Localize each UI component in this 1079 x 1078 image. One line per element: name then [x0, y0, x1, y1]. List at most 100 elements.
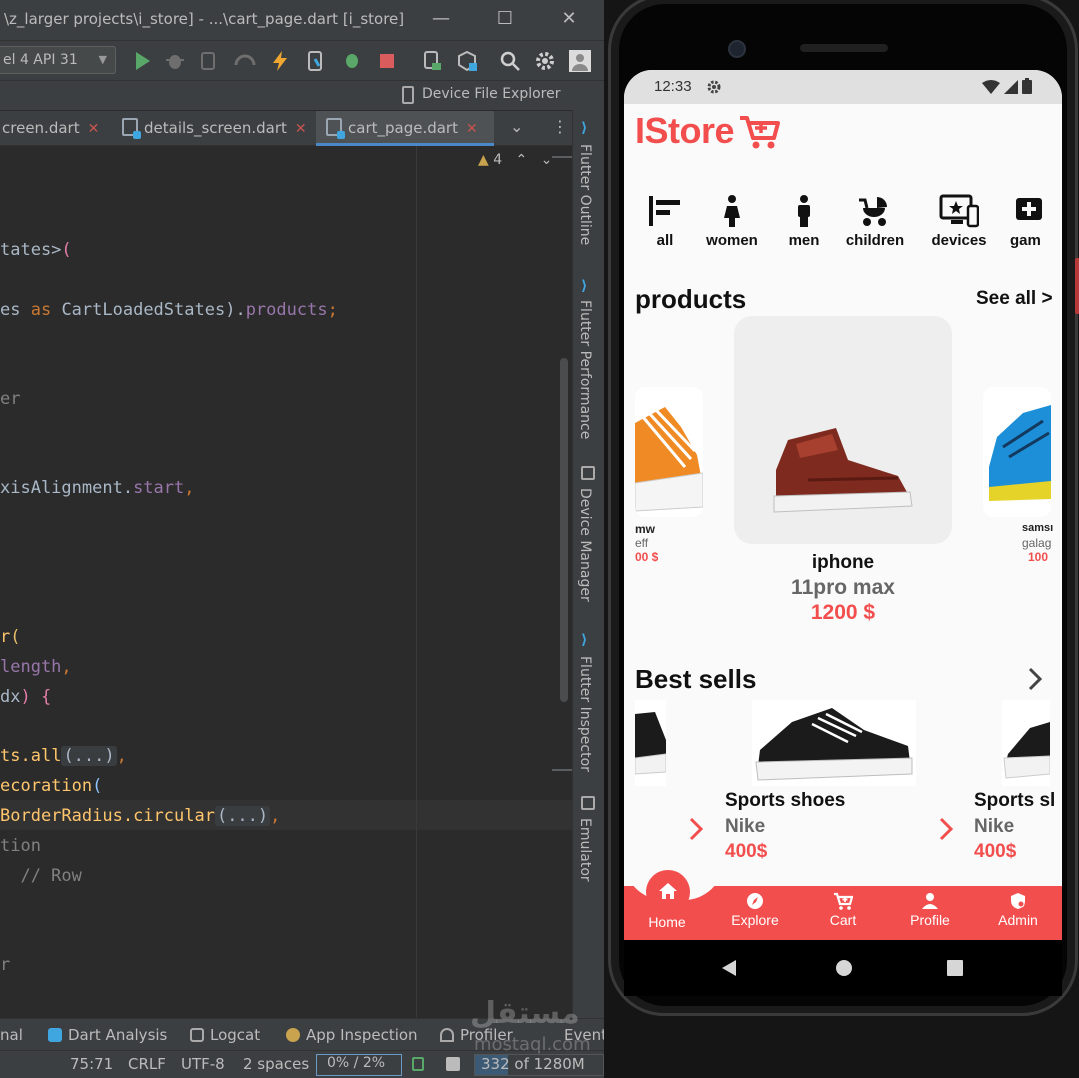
- debug-attach-icon[interactable]: [340, 49, 364, 73]
- chevron-down-icon: ▼: [98, 53, 107, 66]
- search-icon[interactable]: [498, 49, 522, 73]
- best-sell-image-partial[interactable]: [1002, 700, 1051, 786]
- category-children[interactable]: children: [835, 194, 915, 249]
- category-label: children: [845, 232, 905, 249]
- close-icon[interactable]: ✕: [295, 121, 307, 137]
- emulator-tab[interactable]: Emulator: [577, 818, 593, 882]
- flutter-performance-tab[interactable]: Flutter Performance: [577, 300, 593, 439]
- chevron-down-icon[interactable]: ⌄: [541, 152, 553, 168]
- close-icon[interactable]: ✕: [558, 8, 580, 30]
- product-card-featured[interactable]: [734, 316, 952, 544]
- see-all-link[interactable]: See all >: [976, 288, 1053, 310]
- chevron-down-icon[interactable]: ⌄: [510, 117, 523, 136]
- man-icon: [798, 195, 810, 227]
- indent-setting[interactable]: 2 spaces: [243, 1055, 309, 1073]
- devices-icon: [939, 194, 979, 228]
- flutter-outline-tab[interactable]: Flutter Outline: [577, 144, 593, 245]
- best-sell-image[interactable]: [752, 700, 916, 786]
- chevron-right-icon[interactable]: [688, 816, 704, 842]
- nav-label: Profile: [910, 912, 950, 928]
- scroll-marker: [552, 769, 572, 771]
- notifications-icon[interactable]: [446, 1057, 460, 1071]
- lock-icon[interactable]: [412, 1057, 424, 1071]
- earpiece: [800, 44, 888, 52]
- nav-profile[interactable]: Profile: [890, 892, 970, 928]
- product-card-left[interactable]: [635, 387, 703, 517]
- close-icon[interactable]: ✕: [466, 121, 478, 137]
- sort-icon: [649, 196, 680, 226]
- inspection-widget[interactable]: ▲ 4 ⌃ ⌄: [478, 152, 552, 168]
- dart-analysis-tab[interactable]: Dart Analysis: [48, 1026, 167, 1044]
- nav-cart[interactable]: Cart: [803, 892, 883, 928]
- category-men[interactable]: men: [764, 194, 844, 249]
- product-model: galag: [1022, 536, 1052, 550]
- caret-position[interactable]: 75:71: [70, 1055, 113, 1073]
- category-label: devices: [931, 232, 987, 249]
- hot-restart-icon[interactable]: [303, 49, 327, 73]
- gauge-icon: [440, 1028, 454, 1042]
- account-icon[interactable]: [568, 49, 592, 73]
- games-icon: [1016, 198, 1042, 220]
- best-sell-brand: Nike: [974, 816, 1015, 837]
- attach-icon[interactable]: [198, 49, 222, 73]
- tab-label: creen.dart: [2, 119, 80, 137]
- device-mirror-icon[interactable]: [420, 49, 444, 73]
- chevron-right-icon[interactable]: [938, 816, 954, 842]
- debug-icon[interactable]: [163, 49, 187, 73]
- nav-explore[interactable]: Explore: [715, 892, 795, 928]
- terminal-tab[interactable]: nal: [0, 1026, 23, 1044]
- cart-icon: [740, 116, 780, 149]
- category-women[interactable]: women: [692, 194, 772, 249]
- sneaker-image: [634, 712, 667, 775]
- app-screen: 12:33 IStore all women men children devi…: [624, 70, 1062, 940]
- best-sell-brand: Nike: [725, 816, 766, 837]
- home-circle-icon[interactable]: [834, 958, 854, 978]
- power-button[interactable]: [1075, 258, 1079, 314]
- flutter-icon: ⟩: [581, 120, 588, 136]
- category-label: women: [706, 232, 758, 249]
- more-icon[interactable]: ⋮: [552, 117, 568, 136]
- back-icon[interactable]: [720, 958, 738, 978]
- code-line: tion: [0, 836, 41, 856]
- editor-scrollbar[interactable]: [560, 358, 568, 702]
- product-name: mw: [635, 522, 656, 536]
- device-selector[interactable]: el 4 API 31 ▼: [0, 46, 116, 74]
- maximize-icon[interactable]: ☐: [494, 8, 516, 30]
- minimize-icon[interactable]: —: [430, 8, 452, 30]
- sdk-manager-icon[interactable]: [455, 49, 479, 73]
- progress-indicator[interactable]: 0% / 2%: [316, 1054, 402, 1076]
- tab-cart-page[interactable]: cart_page.dart ✕: [316, 111, 494, 146]
- memory-indicator[interactable]: 332 of 1280M: [474, 1054, 604, 1076]
- file-encoding[interactable]: UTF-8: [181, 1055, 225, 1073]
- category-devices[interactable]: devices: [919, 194, 999, 249]
- chevron-right-icon[interactable]: [1026, 666, 1044, 692]
- close-icon[interactable]: ✕: [88, 121, 100, 137]
- stroller-icon: [859, 197, 887, 226]
- app-inspection-tab[interactable]: App Inspection: [286, 1026, 418, 1044]
- code-editor[interactable]: ▲ 4 ⌃ ⌄ tates>( es as CartLoadedStates).…: [0, 146, 572, 1018]
- device-manager-tab[interactable]: Device Manager: [577, 488, 593, 602]
- logcat-tab[interactable]: Logcat: [190, 1026, 260, 1044]
- battery-icon: [1022, 78, 1032, 94]
- hot-reload-icon[interactable]: [268, 49, 292, 73]
- device-file-explorer-button[interactable]: Device File Explorer: [422, 86, 561, 102]
- home-icon: [659, 883, 677, 899]
- home-fab[interactable]: [646, 870, 690, 914]
- nav-home[interactable]: Home: [627, 914, 707, 930]
- profile-icon[interactable]: [233, 49, 257, 73]
- category-games[interactable]: gam: [990, 194, 1050, 249]
- chevron-up-icon[interactable]: ⌃: [516, 152, 528, 168]
- best-sell-image-partial[interactable]: [634, 700, 667, 786]
- product-model: eff: [635, 536, 649, 550]
- flutter-inspector-tab[interactable]: Flutter Inspector: [577, 656, 593, 772]
- flutter-icon: ⟩: [581, 278, 588, 294]
- recents-icon[interactable]: [946, 959, 964, 977]
- tab-details-screen[interactable]: details_screen.dart ✕: [114, 111, 314, 146]
- line-separator[interactable]: CRLF: [128, 1055, 166, 1073]
- gear-icon[interactable]: [533, 49, 557, 73]
- tab-home-screen[interactable]: creen.dart ✕: [0, 111, 110, 146]
- product-card-right[interactable]: [983, 387, 1051, 517]
- nav-admin[interactable]: Admin: [978, 892, 1058, 928]
- run-icon[interactable]: [130, 49, 154, 73]
- stop-icon[interactable]: [375, 49, 399, 73]
